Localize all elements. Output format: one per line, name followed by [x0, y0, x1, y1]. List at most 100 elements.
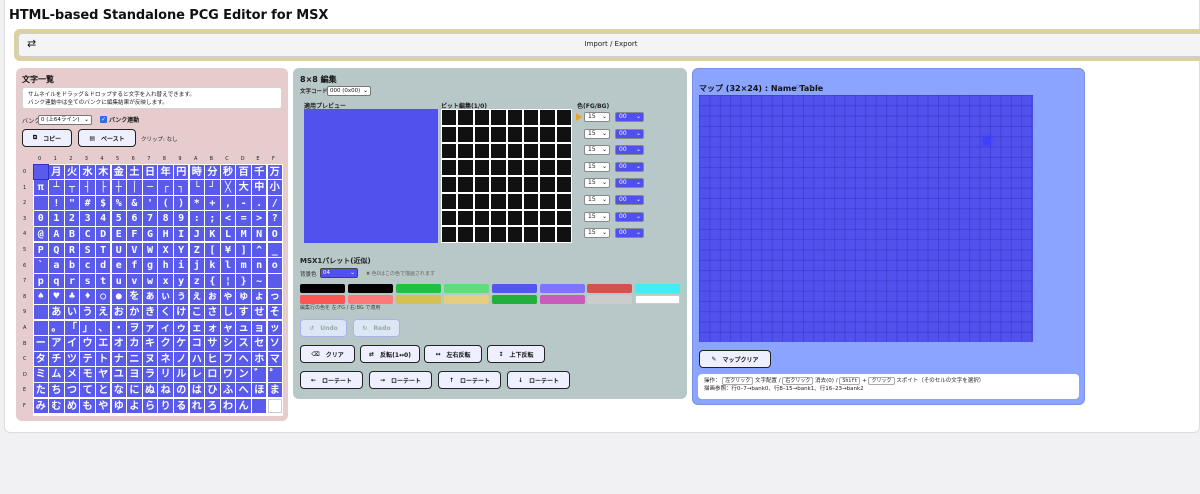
char-cell[interactable]: 土 [127, 164, 142, 180]
bit-cell[interactable] [523, 110, 539, 125]
char-cell[interactable]: b [64, 258, 80, 273]
char-cell[interactable]: キ [142, 336, 158, 351]
char-cell[interactable]: を [127, 289, 142, 304]
rotate-right-button[interactable]: → ローテート [369, 371, 432, 389]
char-cell[interactable]: ┐ [173, 180, 189, 195]
char-cell[interactable]: ヨ [127, 367, 142, 382]
char-cell[interactable]: 8 [158, 211, 173, 226]
row-fg-select[interactable]: 15 ⌄ [584, 211, 610, 222]
char-cell[interactable]: ム [49, 367, 64, 382]
char-cell[interactable] [267, 273, 283, 289]
char-cell[interactable]: O [267, 226, 283, 242]
char-cell[interactable]: t [95, 273, 111, 289]
char-cell[interactable]: ツ [64, 351, 80, 367]
bit-cell[interactable] [523, 126, 539, 142]
bit-cell[interactable] [540, 110, 555, 125]
char-cell[interactable]: ノ [173, 351, 189, 367]
char-cell[interactable]: _ [267, 242, 283, 258]
char-cell[interactable]: て [80, 382, 95, 398]
import-export-toggle[interactable]: ⇄ Import / Export [18, 33, 1200, 57]
char-cell[interactable]: モ [80, 367, 95, 382]
char-cell[interactable]: 金 [111, 164, 127, 180]
char-cell[interactable]: 2 [64, 211, 80, 226]
bit-cell[interactable] [458, 126, 473, 142]
char-cell[interactable]: 年 [158, 164, 173, 180]
char-cell[interactable]: 中 [251, 180, 267, 195]
row-fg-select[interactable]: 15 ⌄ [584, 145, 610, 156]
char-cell[interactable]: ぇ [189, 289, 205, 304]
char-cell[interactable]: チ [49, 351, 64, 367]
char-cell[interactable]: h [158, 258, 173, 273]
palette-swatch[interactable] [395, 284, 441, 293]
char-cell[interactable]: つ [64, 382, 80, 398]
char-cell[interactable]: x [158, 273, 173, 289]
char-cell[interactable]: k [205, 258, 220, 273]
char-cell[interactable]: ッ [267, 320, 283, 336]
bank-select[interactable]: 0 (上64ライン) ⌄ [38, 115, 92, 125]
char-cell[interactable]: d [95, 258, 111, 273]
char-cell[interactable]: シ [220, 336, 236, 351]
char-cell[interactable]: ク [158, 336, 173, 351]
char-cell[interactable]: ¦ [220, 273, 236, 289]
char-cell[interactable]: ] [236, 242, 251, 258]
bit-cell[interactable] [507, 126, 522, 142]
char-cell[interactable] [33, 320, 49, 336]
map-clear-button[interactable]: ✎ マップクリア [699, 350, 771, 368]
char-cell[interactable]: { [205, 273, 220, 289]
bit-cell[interactable] [556, 227, 571, 242]
char-cell[interactable]: i [173, 258, 189, 273]
char-cell[interactable]: ぉ [205, 289, 220, 304]
bit-cell[interactable] [442, 160, 457, 175]
char-cell[interactable]: か [127, 304, 142, 320]
char-cell[interactable]: Y [173, 242, 189, 258]
char-cell[interactable]: ホ [251, 351, 267, 367]
bit-cell[interactable] [442, 227, 457, 242]
char-cell[interactable]: 。 [49, 320, 64, 336]
char-cell[interactable]: ケ [173, 336, 189, 351]
char-cell[interactable]: 万 [267, 164, 283, 180]
char-cell[interactable]: レ [189, 367, 205, 382]
bit-cell[interactable] [556, 210, 571, 226]
char-cell[interactable]: わ [220, 398, 236, 414]
char-cell[interactable]: ` [33, 258, 49, 273]
undo-button[interactable]: ↺ Undo [300, 319, 347, 337]
bit-cell[interactable] [474, 193, 490, 209]
char-cell[interactable]: ソ [267, 336, 283, 351]
char-cell[interactable]: ャ [220, 320, 236, 336]
char-cell[interactable]: ゥ [173, 320, 189, 336]
char-cell[interactable]: ┘ [205, 180, 220, 195]
char-cell[interactable]: ミ [33, 367, 49, 382]
bit-cell[interactable] [474, 227, 490, 242]
char-cell[interactable]: 大 [236, 180, 251, 195]
char-cell[interactable]: ● [111, 289, 127, 304]
palette-swatch[interactable] [300, 295, 345, 304]
row-bg-select[interactable]: 00 ⌄ [615, 112, 644, 122]
char-cell[interactable]: っ [267, 289, 283, 304]
char-cell[interactable]: メ [64, 367, 80, 382]
char-cell[interactable]: ; [205, 211, 220, 226]
char-cell[interactable]: 4 [95, 211, 111, 226]
char-cell[interactable]: ニ [127, 351, 142, 367]
bit-cell[interactable] [523, 160, 539, 175]
char-cell[interactable]: & [127, 195, 142, 211]
name-table-map[interactable] [699, 95, 1033, 342]
bit-cell[interactable] [507, 227, 522, 242]
char-cell[interactable]: ) [173, 195, 189, 211]
bit-cell[interactable] [540, 227, 555, 242]
char-cell[interactable]: せ [251, 304, 267, 320]
bit-cell[interactable] [474, 126, 490, 142]
bit-cell[interactable] [556, 193, 571, 209]
char-cell[interactable]: a [49, 258, 64, 273]
char-cell[interactable]: ゛ [251, 367, 267, 382]
char-cell[interactable] [33, 304, 49, 320]
char-cell[interactable]: ォ [205, 320, 220, 336]
char-cell[interactable]: ♣ [64, 289, 80, 304]
bit-cell[interactable] [556, 126, 571, 142]
char-cell[interactable]: 」 [80, 320, 95, 336]
bit-cell[interactable] [556, 110, 571, 125]
char-cell[interactable]: M [236, 226, 251, 242]
char-cell[interactable]: C [80, 226, 95, 242]
bit-cell[interactable] [507, 143, 522, 159]
char-cell[interactable]: u [111, 273, 127, 289]
bit-cell[interactable] [556, 160, 571, 175]
